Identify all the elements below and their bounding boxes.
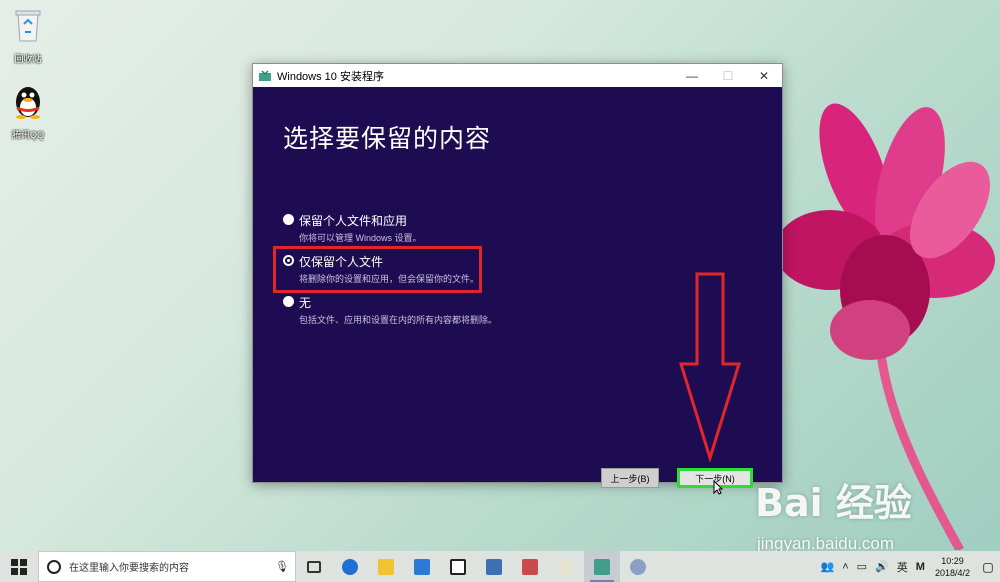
start-button[interactable] xyxy=(0,551,38,582)
window-titlebar[interactable]: Windows 10 安装程序 — ☐ ✕ xyxy=(253,64,782,87)
desktop-icon-label: 腾讯QQ xyxy=(11,130,44,140)
mail-icon[interactable] xyxy=(440,551,476,582)
paint-icon[interactable] xyxy=(548,551,584,582)
option-description: 你将可以管理 Windows 设置。 xyxy=(299,233,422,243)
radio-button-selected[interactable] xyxy=(283,255,294,266)
desktop-icon-recycle-bin[interactable]: 回收站 xyxy=(0,6,56,65)
option-label: 无 xyxy=(299,296,312,310)
close-button[interactable]: ✕ xyxy=(746,64,782,87)
paint-palette-icon[interactable] xyxy=(620,551,656,582)
edge-icon[interactable] xyxy=(332,551,368,582)
radio-button[interactable] xyxy=(283,296,294,307)
setup-window: Windows 10 安装程序 — ☐ ✕ 选择要保留的内容 保留个人文件和应用… xyxy=(252,63,783,495)
network-icon[interactable]: ▭ xyxy=(853,560,871,573)
ime-language[interactable]: 英 xyxy=(893,559,912,575)
option-label: 保留个人文件和应用 xyxy=(299,214,408,228)
option-description: 包括文件、应用和设置在内的所有内容都将删除。 xyxy=(299,315,498,325)
radio-button[interactable] xyxy=(283,214,294,225)
taskbar: 在这里输入你要搜索的内容 🎙 👥 ˄ ▭ 🔊 英 M 10:29 2018/4/… xyxy=(0,551,1000,582)
clock-date: 2018/4/2 xyxy=(934,567,970,578)
window-content: 选择要保留的内容 保留个人文件和应用 你将可以管理 Windows 设置。 仅保… xyxy=(253,87,782,495)
windows-logo-icon xyxy=(11,558,27,575)
back-button[interactable]: 上一步(B) xyxy=(601,468,659,488)
task-view-icon[interactable] xyxy=(296,551,332,582)
ime-mode[interactable]: M xyxy=(912,561,929,573)
notification-icon[interactable]: ▢ xyxy=(976,551,1000,582)
system-tray: 👥 ˄ ▭ 🔊 英 M 10:29 2018/4/2 ▢ xyxy=(817,551,1000,582)
cortana-icon xyxy=(47,559,61,574)
media-icon[interactable] xyxy=(512,551,548,582)
store-icon[interactable] xyxy=(404,551,440,582)
setup-app-icon xyxy=(259,70,271,81)
minimize-button[interactable]: — xyxy=(674,64,710,87)
search-placeholder: 在这里输入你要搜索的内容 xyxy=(69,563,189,574)
watermark-logo: Bai 经验 xyxy=(755,481,912,525)
recycle-bin-icon xyxy=(15,10,41,42)
clock-time: 10:29 xyxy=(941,555,964,566)
desktop-icon-label: 回收站 xyxy=(14,54,42,64)
page-title: 选择要保留的内容 xyxy=(283,125,492,153)
taskbar-search[interactable]: 在这里输入你要搜索的内容 🎙 xyxy=(38,551,296,582)
microphone-icon[interactable]: 🎙 xyxy=(275,560,295,573)
option-label: 仅保留个人文件 xyxy=(299,255,384,269)
volume-icon[interactable]: 🔊 xyxy=(871,560,893,573)
window-title: Windows 10 安装程序 xyxy=(277,70,384,83)
photo-icon[interactable] xyxy=(476,551,512,582)
file-explorer-icon[interactable] xyxy=(368,551,404,582)
annotation-arrow-down-icon xyxy=(679,272,741,462)
people-icon[interactable]: 👥 xyxy=(817,560,839,573)
desktop-icon-qq[interactable]: 腾讯QQ xyxy=(0,82,56,141)
chevron-up-icon[interactable]: ˄ xyxy=(838,561,852,573)
setup-taskbar-icon[interactable] xyxy=(584,551,620,582)
clock[interactable]: 10:29 2018/4/2 xyxy=(929,555,976,579)
mouse-cursor-icon xyxy=(713,480,723,495)
qq-penguin-icon xyxy=(16,87,40,119)
maximize-button[interactable]: ☐ xyxy=(710,64,746,87)
option-description: 将删除你的设置和应用，但会保留你的文件。 xyxy=(299,274,480,284)
